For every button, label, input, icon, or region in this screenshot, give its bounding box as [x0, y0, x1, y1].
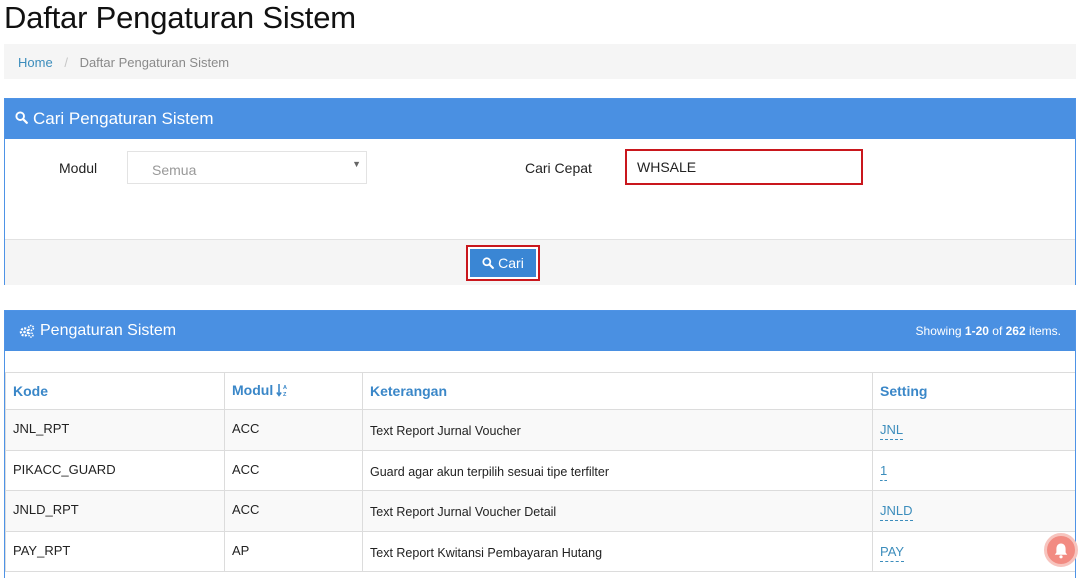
- column-header-kode[interactable]: Kode: [5, 372, 225, 410]
- cell-kode: JNLD_RPT: [5, 490, 225, 532]
- search-panel-header: Cari Pengaturan Sistem: [5, 99, 1075, 139]
- search-icon: [15, 109, 28, 129]
- breadcrumb-current: Daftar Pengaturan Sistem: [79, 55, 230, 70]
- cell-modul: ACC: [224, 449, 363, 491]
- caret-down-icon: ▼: [352, 159, 361, 169]
- cari-button-label: Cari: [498, 255, 524, 271]
- breadcrumb-home-link[interactable]: Home: [18, 55, 53, 70]
- cell-keterangan: Text Report Kwitansi Pembayaran Hutang: [362, 530, 873, 572]
- search-form: Modul Semua ▼ Cari Cepat WHSALE: [5, 139, 1075, 239]
- search-footer: Cari: [5, 239, 1075, 285]
- table-row: PAY_RPT AP Text Report Kwitansi Pembayar…: [5, 530, 1075, 572]
- cell-kode: PAY_RPT: [5, 530, 225, 572]
- cell-kode: JNL_RPT: [5, 409, 225, 451]
- breadcrumb-separator: /: [64, 55, 68, 70]
- modul-select[interactable]: Semua ▼: [127, 151, 367, 184]
- settings-panel-header: Pengaturan Sistem Showing 1-20 of 262 it…: [5, 311, 1075, 351]
- table-row: PIKACC_GUARD ACC Guard agar akun terpili…: [5, 449, 1075, 491]
- sort-alpha-icon: AZ: [276, 383, 288, 400]
- modul-label: Modul: [59, 160, 98, 176]
- cell-modul: AP: [224, 530, 363, 572]
- quick-search-input[interactable]: WHSALE: [625, 149, 863, 185]
- cari-button[interactable]: Cari: [466, 245, 540, 281]
- setting-editable-link[interactable]: JNLD: [880, 503, 913, 521]
- cell-keterangan: Text Report Jurnal Voucher Detail: [362, 490, 873, 532]
- search-panel: Cari Pengaturan Sistem Modul Semua ▼ Car…: [4, 98, 1076, 285]
- settings-table-panel: Pengaturan Sistem Showing 1-20 of 262 it…: [4, 310, 1076, 578]
- setting-editable-link[interactable]: PAY: [880, 543, 905, 562]
- settings-table: Kode Modul A Z Keterangan Setting JNL_RPT …: [5, 372, 1075, 572]
- settings-panel-title: Pengaturan Sistem: [40, 322, 177, 339]
- table-row: JNLD_RPT ACC Text Report Jurnal Voucher …: [5, 490, 1075, 532]
- gears-icon: [19, 324, 35, 338]
- setting-editable-link[interactable]: 1: [880, 462, 888, 481]
- svg-text:Z: Z: [283, 392, 287, 397]
- breadcrumb: Home / Daftar Pengaturan Sistem: [4, 44, 1076, 79]
- search-panel-title: Cari Pengaturan Sistem: [33, 109, 214, 128]
- bell-icon[interactable]: [1044, 533, 1078, 567]
- quick-search-label: Cari Cepat: [525, 160, 592, 176]
- modul-select-value: Semua: [152, 162, 197, 178]
- page-title: Daftar Pengaturan Sistem: [4, 0, 356, 35]
- cell-modul: ACC: [224, 490, 363, 532]
- column-header-modul[interactable]: Modul A Z: [224, 372, 363, 410]
- cell-kode: PIKACC_GUARD: [5, 449, 225, 491]
- search-icon: [482, 257, 495, 269]
- cell-keterangan: Guard agar akun terpilih sesuai tipe ter…: [362, 449, 873, 491]
- column-header-setting[interactable]: Setting: [872, 372, 1075, 410]
- cell-modul: ACC: [224, 409, 363, 451]
- cell-keterangan: Text Report Jurnal Voucher: [362, 409, 873, 451]
- table-header-row: Kode Modul A Z Keterangan Setting: [5, 372, 1075, 410]
- setting-editable-link[interactable]: JNL: [880, 422, 904, 440]
- items-summary: Showing 1-20 of 262 items.: [915, 324, 1061, 338]
- svg-text:A: A: [283, 385, 287, 391]
- table-row: JNL_RPT ACC Text Report Jurnal Voucher J…: [5, 409, 1075, 451]
- column-header-keterangan[interactable]: Keterangan: [362, 372, 873, 410]
